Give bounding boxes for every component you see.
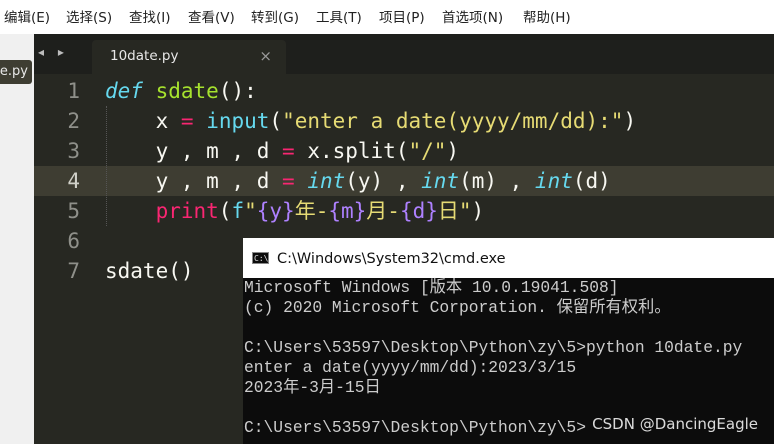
builtin-int: int [534,169,573,193]
menu-view[interactable]: 查看(V) [188,0,235,34]
code-text: ) [471,199,485,223]
code-text: y , m , d [155,169,283,193]
string-literal: 月- [366,199,400,223]
line-number: 5 [67,199,80,223]
fstring-interpolation: {d} [399,199,438,223]
code-text: ) [446,139,460,163]
string-literal: 日" [437,199,472,223]
tab-close-icon[interactable]: × [259,40,272,72]
tab-title: 10date.py [110,48,179,64]
code-text: ( [218,199,232,223]
operator: = [282,169,295,193]
code-text: (m) , [459,169,535,193]
menu-goto[interactable]: 转到(G) [251,0,299,34]
watermark: CSDN @DancingEagle [592,415,758,433]
line-number: 1 [67,79,80,103]
console-line: C:\Users\53597\Desktop\Python\zy\5>pytho… [244,338,743,357]
console-line: (c) 2020 Microsoft Corporation. 保留所有权利。 [244,298,671,317]
menu-edit[interactable]: 编辑(E) [4,0,50,34]
keyword-def: def [105,79,143,103]
console-icon: C:\ [252,252,269,264]
line-number: 7 [67,259,80,283]
builtin-int: int [307,169,346,193]
console-window[interactable]: C:\ C:\Windows\System32\cmd.exe Microsof… [243,238,774,444]
menu-bar: 编辑(E) 选择(S) 查找(I) 查看(V) 转到(G) 工具(T) 项目(P… [0,0,774,34]
code-text: x.split( [294,139,409,163]
code-line-7: sdate() [105,256,194,286]
menu-selection[interactable]: 选择(S) [66,0,112,34]
builtin-print: print [155,199,219,223]
builtin-input: input [206,109,270,133]
function-name: sdate [155,79,219,103]
builtin-int: int [421,169,460,193]
sidebar-open-file[interactable]: 10date.py [0,60,32,84]
code-line-5: print(f"{y}年-{m}月-{d}日") [105,196,485,226]
string-literal: 年- [294,199,329,223]
code-line-4: y , m , d = int(y) , int(m) , int(d) [105,166,611,196]
console-title: C:\Windows\System32\cmd.exe [277,251,506,267]
menu-help[interactable]: 帮助(H) [523,0,571,34]
line-number: 2 [67,109,80,133]
code-line-3: y , m , d = x.split("/") [105,136,459,166]
tab-nav-arrows-icon[interactable]: ◂ ▸ [38,34,69,70]
code-text: (): [218,79,257,103]
fstring-interpolation: {y} [256,199,295,223]
string-literal: " [244,199,257,223]
code-text: (y) , [345,169,422,193]
console-line: enter a date(yyyy/mm/dd):2023/3/15 [244,358,577,377]
tab-10date-py[interactable]: 10date.py × [92,40,286,74]
menu-tools[interactable]: 工具(T) [316,0,362,34]
code-text: y , m , d [155,139,283,163]
string-literal: "enter a date(yyyy/mm/dd):" [282,109,624,133]
sidebar-open-file-label: 10date.py [0,64,28,79]
fstring-interpolation: {m} [328,199,367,223]
line-number-current: 4 [67,169,80,193]
code-line-2: x = input("enter a date(yyyy/mm/dd):") [105,106,637,136]
console-line: Microsoft Windows [版本 10.0.19041.508] [244,278,619,297]
tab-bar: ◂ ▸ 10date.py × [34,34,774,74]
operator: = [180,109,194,133]
line-number: 3 [67,139,80,163]
line-number: 6 [67,229,80,253]
operator: = [282,139,295,163]
fstring-prefix: f [231,199,245,223]
code-text: (d) [572,169,611,193]
code-line-1: def sdate(): [105,76,257,106]
code-text: x [155,109,181,133]
menu-find[interactable]: 查找(I) [129,0,171,34]
console-titlebar[interactable]: C:\ C:\Windows\System32\cmd.exe [243,238,774,278]
string-literal: "/" [408,139,447,163]
menu-preferences[interactable]: 首选项(N) [442,0,503,34]
menu-project[interactable]: 项目(P) [379,0,425,34]
code-text: ( [269,109,283,133]
sidebar: 10date.py [0,34,35,444]
code-text: ) [623,109,637,133]
console-prompt[interactable]: C:\Users\53597\Desktop\Python\zy\5> [244,418,586,438]
code-text: sdate() [105,259,194,283]
console-line: 2023年-3月-15日 [244,378,381,397]
